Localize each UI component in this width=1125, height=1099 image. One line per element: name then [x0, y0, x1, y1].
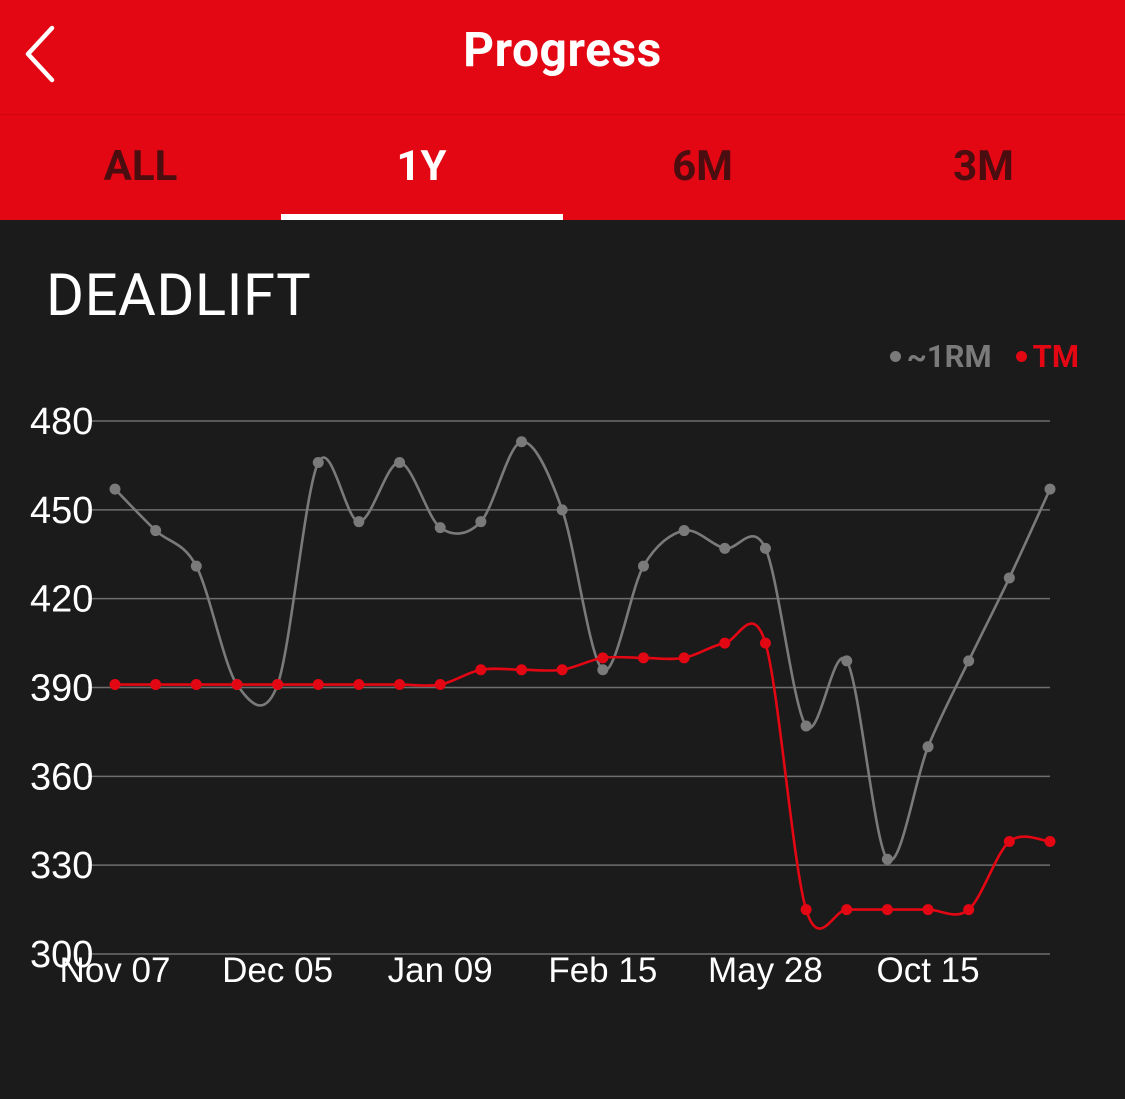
data-point-1rm [190, 560, 202, 572]
series-line-1rm [114, 440, 1052, 862]
data-point-1rm [678, 525, 690, 537]
data-point-1rm [475, 516, 487, 528]
data-point-tm [800, 904, 812, 916]
y-tick-label: 330 [30, 845, 93, 887]
data-point-tm [312, 679, 324, 691]
x-tick-label: Feb 15 [548, 951, 657, 990]
data-point-1rm [353, 516, 365, 528]
data-point-1rm [922, 741, 934, 753]
data-point-1rm [719, 542, 731, 554]
data-point-1rm [434, 522, 446, 534]
tab-6m[interactable]: 6M [562, 115, 843, 221]
data-point-tm [231, 679, 243, 691]
legend-dot-icon [889, 350, 901, 362]
y-tick-label: 480 [30, 401, 93, 443]
x-tick-label: Dec 05 [222, 951, 333, 990]
data-point-tm [1044, 835, 1056, 847]
data-point-1rm [150, 525, 162, 537]
deadlift-chart: 480450420390360330300Nov 07 Dec 05 Jan 09 F… [30, 401, 1056, 990]
data-point-1rm [841, 655, 853, 667]
data-point-1rm [963, 655, 975, 667]
data-point-1rm [1003, 572, 1015, 584]
data-point-tm [394, 679, 406, 691]
x-tick-label: Nov 07 [60, 951, 171, 990]
data-point-1rm [637, 560, 649, 572]
chart-legend: ~1RM TM [889, 336, 1079, 376]
data-point-1rm [109, 483, 121, 495]
data-point-1rm [881, 853, 893, 865]
data-point-tm [190, 679, 202, 691]
data-point-tm [272, 679, 284, 691]
tab-3m[interactable]: 3M [843, 115, 1124, 221]
data-point-tm [841, 904, 853, 916]
legend-label-1rm: ~1RM [906, 337, 992, 375]
data-point-tm [922, 904, 934, 916]
data-point-tm [434, 679, 446, 691]
x-tick-label: Oct 15 [876, 951, 979, 990]
data-point-tm [678, 652, 690, 664]
y-tick-label: 450 [30, 490, 93, 532]
data-point-tm [475, 664, 487, 676]
data-point-tm [109, 679, 121, 691]
data-point-1rm [800, 720, 812, 732]
data-point-tm [637, 652, 649, 664]
data-point-tm [353, 679, 365, 691]
data-point-tm [759, 637, 771, 649]
range-tabs: ALL 1Y 6M 3M [0, 114, 1125, 220]
tab-all[interactable]: ALL [0, 115, 281, 221]
legend-dot-icon [1015, 350, 1027, 362]
page-title: Progress [463, 21, 662, 78]
legend-item-1rm[interactable]: ~1RM [889, 337, 992, 375]
x-tick-label: Jan 09 [388, 951, 493, 990]
exercise-title: DEADLIFT [46, 262, 312, 330]
y-tick-label: 420 [30, 579, 93, 621]
data-point-1rm [759, 542, 771, 554]
data-point-tm [516, 664, 528, 676]
y-tick-label: 390 [30, 668, 93, 710]
legend-item-tm[interactable]: TM [1015, 337, 1079, 375]
data-point-tm [719, 637, 731, 649]
data-point-1rm [394, 456, 406, 468]
data-point-1rm [597, 664, 609, 676]
data-point-tm [881, 904, 893, 916]
data-point-1rm [312, 456, 324, 468]
legend-label-tm: TM [1032, 337, 1079, 375]
data-point-tm [556, 664, 568, 676]
data-point-tm [150, 679, 162, 691]
app-bar: Progress [0, 0, 1125, 114]
y-tick-label: 360 [30, 756, 93, 798]
x-tick-label: May 28 [708, 951, 823, 990]
data-point-1rm [516, 436, 528, 448]
data-point-1rm [556, 504, 568, 516]
tab-1y[interactable]: 1Y [281, 115, 562, 221]
data-point-1rm [1044, 483, 1056, 495]
active-tab-indicator [281, 214, 563, 220]
data-point-tm [963, 904, 975, 916]
data-point-tm [1003, 835, 1015, 847]
data-point-tm [597, 652, 609, 664]
